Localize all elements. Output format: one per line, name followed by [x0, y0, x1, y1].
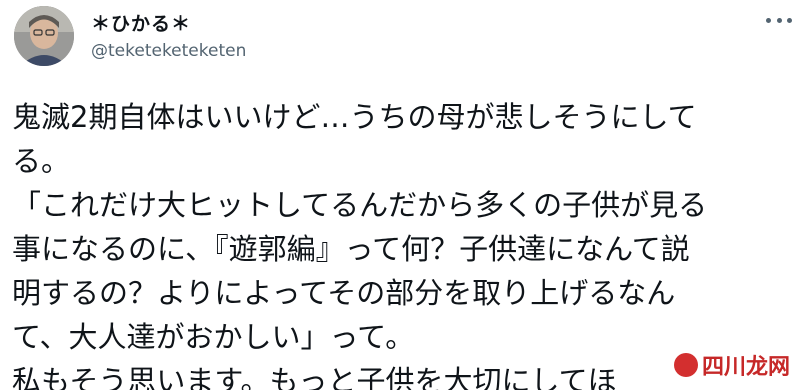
- more-dot: [766, 17, 771, 23]
- watermark-logo-icon: [673, 353, 698, 377]
- tweet-text-line: 明するの？よりによってその部分を取り上げるなん: [12, 276, 676, 310]
- tweet-text-line: 事になるのに、『遊郭編』って何？子供達になんて説: [12, 232, 690, 266]
- avatar-photo: [14, 6, 74, 66]
- tweet-text: 鬼滅2期自体はいいけど…うちの母が悲しそうにして る。 「これだけ大ヒットしてる…: [12, 95, 798, 390]
- watermark-text: 四川龙网: [701, 355, 790, 380]
- display-name[interactable]: ＊ひかる＊: [91, 9, 191, 36]
- tweet-card: ＊ひかる＊ @teketeketeketen 鬼滅2期自体はいいけど…うちの母が…: [0, 0, 800, 390]
- user-handle[interactable]: @teketeketeketen: [91, 41, 246, 61]
- more-horizontal-icon[interactable]: [766, 12, 792, 28]
- tweet-text-line: 「これだけ大ヒットしてるんだから多くの子供が見る: [12, 188, 708, 222]
- avatar[interactable]: [14, 6, 74, 66]
- more-dot: [776, 17, 782, 23]
- watermark: 四川龙网: [669, 348, 794, 382]
- more-dot: [787, 17, 792, 23]
- tweet-text-line: る。: [12, 144, 71, 178]
- tweet-text-line: 鬼滅2期自体はいいけど…うちの母が悲しそうにして: [12, 100, 697, 134]
